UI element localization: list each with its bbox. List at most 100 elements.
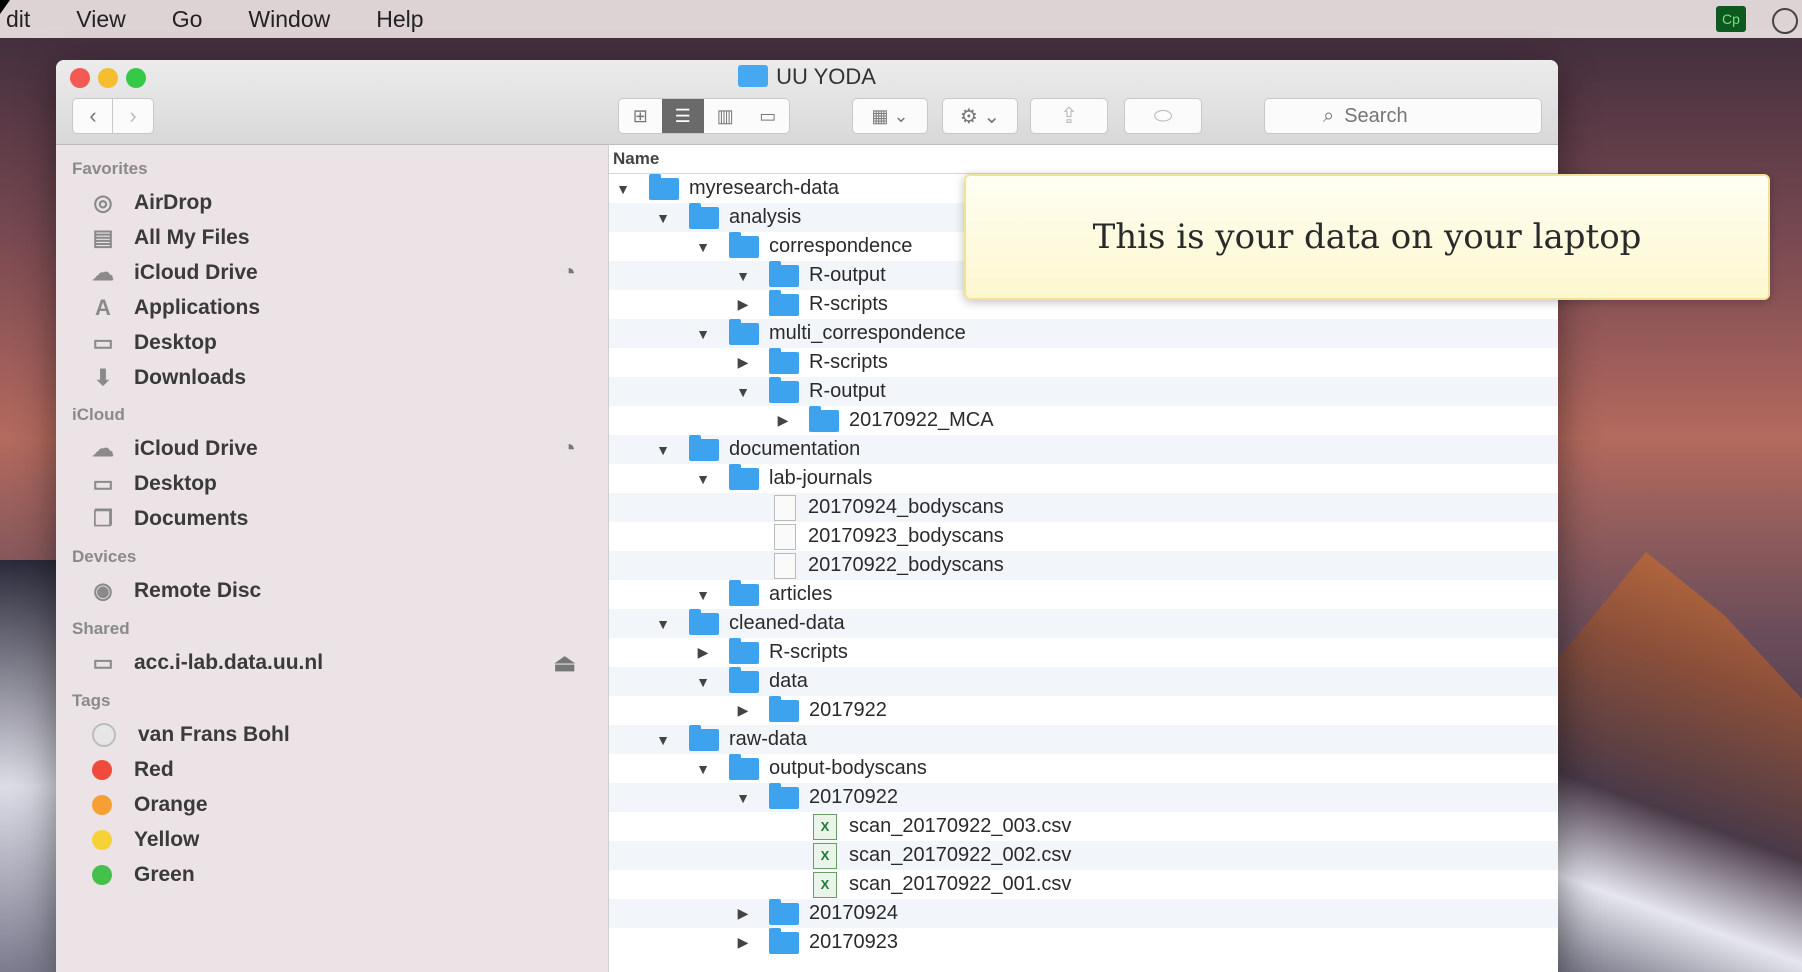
file-row[interactable]: 20170924_bodyscans — [609, 493, 1558, 522]
disclosure-open-icon[interactable]: ▼ — [693, 587, 713, 603]
folder-icon — [729, 318, 759, 345]
search-input[interactable] — [1342, 103, 1507, 129]
sidebar-tag-orange[interactable]: Orange — [86, 789, 586, 821]
disclosure-open-icon[interactable]: ▼ — [733, 268, 753, 284]
file-row[interactable]: ▼ documentation — [609, 434, 1558, 464]
disclosure-open-icon[interactable]: ▼ — [733, 790, 753, 806]
name-column-header[interactable]: Name — [609, 145, 1558, 174]
disclosure-open-icon[interactable]: ▼ — [653, 732, 673, 748]
file-row[interactable]: ▼ cleaned-data — [609, 608, 1558, 638]
disclosure-closed-icon[interactable]: ▶ — [733, 296, 753, 313]
time-machine-icon[interactable] — [1772, 8, 1798, 34]
file-name: lab-journals — [769, 467, 873, 489]
search-field[interactable]: ⌕ — [1264, 98, 1542, 134]
sidebar-item-applications[interactable]: A Applications — [86, 292, 586, 324]
sidebar-tag-van-frans-bohl[interactable]: van Frans Bohl — [86, 719, 586, 751]
file-row[interactable]: 20170922_bodyscans — [609, 551, 1558, 580]
spreadsheet-file-icon: X — [813, 842, 837, 869]
sidebar-item-desktop[interactable]: ▭ Desktop — [86, 327, 586, 359]
file-row[interactable]: ▶ R-scripts — [609, 347, 1558, 377]
disclosure-closed-icon[interactable]: ▶ — [733, 354, 753, 371]
list-view-icon[interactable]: ☰ — [661, 99, 704, 133]
disclosure-open-icon[interactable]: ▼ — [613, 181, 633, 197]
file-row[interactable]: Xscan_20170922_001.csv — [609, 870, 1558, 899]
disc-icon: ◉ — [93, 578, 113, 603]
file-row[interactable]: ▶ 20170922_MCA — [609, 405, 1558, 435]
sidebar-item-all-my-files[interactable]: ▤ All My Files — [86, 222, 586, 254]
sidebar-tag-red[interactable]: Red — [86, 754, 586, 786]
share-button[interactable]: ⇪ — [1030, 98, 1108, 134]
back-button[interactable]: ‹ — [72, 98, 114, 134]
sync-status-icon[interactable]: ◔ — [562, 259, 577, 287]
file-row[interactable]: ▼ 20170922 — [609, 782, 1558, 812]
disclosure-open-icon[interactable]: ▼ — [693, 239, 713, 255]
file-row[interactable]: ▶ 20170923 — [609, 927, 1558, 957]
sidebar-item-icloud-drive[interactable]: ☁ iCloud Drive ◔ — [86, 257, 586, 289]
disclosure-open-icon[interactable]: ▼ — [733, 384, 753, 400]
sidebar-section-shared: Shared — [72, 619, 130, 638]
file-row[interactable]: ▼ output-bodyscans — [609, 753, 1558, 783]
file-row[interactable]: ▼ multi_correspondence — [609, 318, 1558, 348]
file-row[interactable]: ▼ R-output — [609, 376, 1558, 406]
sidebar-item-label: Green — [134, 863, 195, 886]
file-row[interactable]: ▼ articles — [609, 579, 1558, 609]
eject-icon[interactable]: ⏏ — [553, 649, 576, 678]
sidebar-tag-yellow[interactable]: Yellow — [86, 824, 586, 856]
file-row[interactable]: 20170923_bodyscans — [609, 522, 1558, 551]
coverflow-view-icon[interactable]: ▭ — [747, 99, 790, 133]
disclosure-open-icon[interactable]: ▼ — [653, 210, 673, 226]
forward-button[interactable]: › — [112, 98, 154, 134]
file-row[interactable]: ▶ 2017922 — [609, 695, 1558, 725]
disclosure-closed-icon[interactable]: ▶ — [733, 905, 753, 922]
menu-window[interactable]: Window — [244, 6, 334, 33]
disclosure-open-icon[interactable]: ▼ — [653, 442, 673, 458]
sidebar-item-documents[interactable]: ❐ Documents — [86, 503, 586, 535]
desktop-icon: ▭ — [92, 471, 114, 496]
file-row[interactable]: ▼ data — [609, 666, 1558, 696]
sidebar-item-remote-disc[interactable]: ◉ Remote Disc — [86, 575, 586, 607]
icon-view-icon[interactable]: ⊞ — [619, 99, 662, 133]
column-view-icon[interactable]: ▥ — [704, 99, 747, 133]
disclosure-open-icon[interactable]: ▼ — [693, 674, 713, 690]
disclosure-open-icon[interactable]: ▼ — [693, 471, 713, 487]
disclosure-open-icon[interactable]: ▼ — [653, 616, 673, 632]
file-row[interactable]: Xscan_20170922_003.csv — [609, 812, 1558, 841]
folder-icon — [689, 202, 719, 229]
callout-text: This is your data on your laptop — [1092, 217, 1642, 257]
desktop-icon: ▭ — [92, 330, 114, 355]
file-row[interactable]: ▶ R-scripts — [609, 637, 1558, 667]
document-file-icon — [774, 494, 796, 521]
file-name: 20170923 — [809, 931, 898, 953]
sidebar-tag-green[interactable]: Green — [86, 859, 586, 891]
file-row[interactable]: ▼ raw-data — [609, 724, 1558, 754]
disclosure-closed-icon[interactable]: ▶ — [733, 702, 753, 719]
sidebar-item-airdrop[interactable]: ◎ AirDrop — [86, 187, 586, 219]
file-row[interactable]: ▶ 20170924 — [609, 898, 1558, 928]
action-button[interactable]: ⚙ ⌄ — [942, 98, 1018, 134]
disclosure-open-icon[interactable]: ▼ — [693, 761, 713, 777]
disclosure-closed-icon[interactable]: ▶ — [693, 644, 713, 661]
folder-icon — [729, 463, 759, 490]
menu-view[interactable]: View — [72, 6, 129, 33]
sidebar-item-desktop[interactable]: ▭ Desktop — [86, 468, 586, 500]
arrange-button[interactable]: ▦ ⌄ — [852, 98, 928, 134]
monitor-icon: ▭ — [92, 650, 114, 675]
sidebar-item-acc-i-lab-data-uu-nl[interactable]: ▭ acc.i-lab.data.uu.nl ⏏ — [86, 647, 586, 679]
folder-icon — [769, 782, 799, 809]
folder-icon — [689, 608, 719, 635]
status-app-icon[interactable]: Cp — [1716, 6, 1746, 32]
disclosure-open-icon[interactable]: ▼ — [693, 326, 713, 342]
tag-color-icon — [92, 760, 112, 780]
menu-help[interactable]: Help — [372, 6, 427, 33]
sidebar-item-downloads[interactable]: ⬇ Downloads — [86, 362, 586, 394]
sync-status-icon[interactable]: ◔ — [562, 435, 577, 463]
applications-icon: A — [95, 295, 111, 320]
tag-button[interactable]: ⬭ — [1124, 98, 1202, 134]
disclosure-closed-icon[interactable]: ▶ — [773, 412, 793, 429]
disclosure-closed-icon[interactable]: ▶ — [733, 934, 753, 951]
file-row[interactable]: Xscan_20170922_002.csv — [609, 841, 1558, 870]
file-row[interactable]: ▼ lab-journals — [609, 463, 1558, 493]
menu-go[interactable]: Go — [168, 6, 207, 33]
folder-icon — [769, 898, 799, 925]
sidebar-item-icloud-drive[interactable]: ☁ iCloud Drive ◔ — [86, 433, 586, 465]
